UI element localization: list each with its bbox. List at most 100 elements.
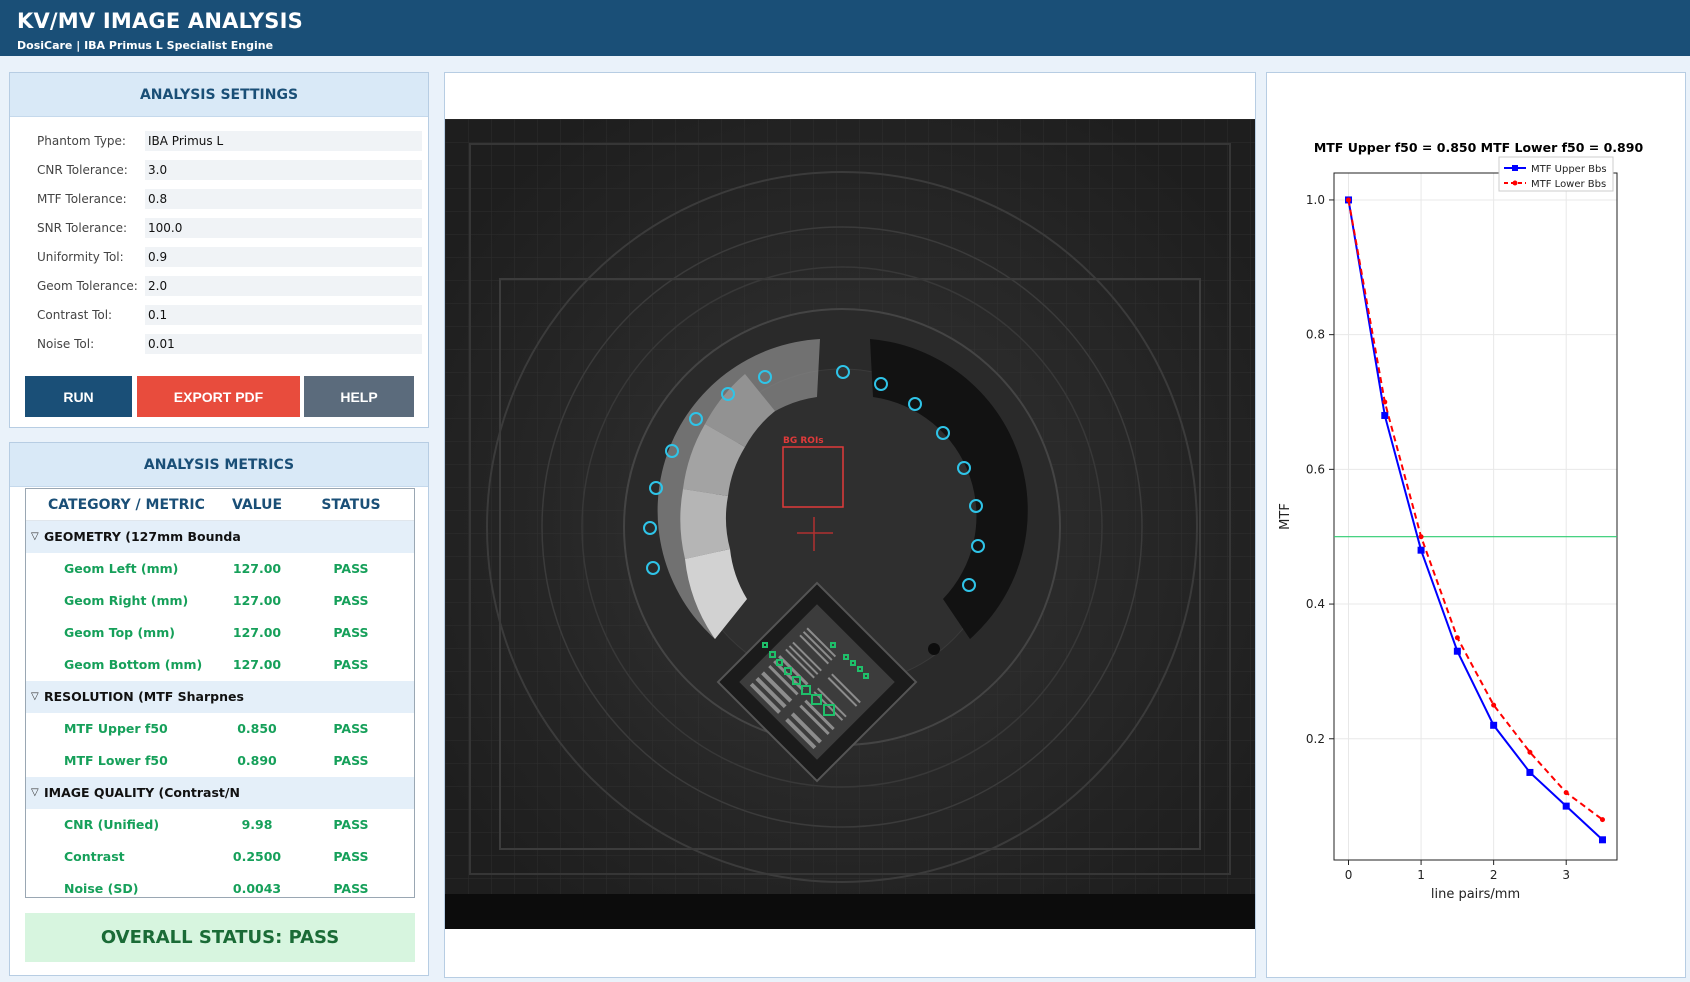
x-tick-label: 1 xyxy=(1417,868,1425,882)
setting-row: Noise Tol: 0.01 xyxy=(27,334,422,354)
table-row[interactable]: Geom Bottom (mm) 127.00 PASS xyxy=(26,649,414,681)
table-row[interactable]: Geom Right (mm) 127.00 PASS xyxy=(26,585,414,617)
series-point-0 xyxy=(1526,768,1534,776)
legend-label-0: MTF Upper Bbs xyxy=(1531,164,1607,175)
series-point-1 xyxy=(1346,197,1352,203)
series-point-1 xyxy=(1527,749,1533,755)
metric-name: Geom Bottom (mm) xyxy=(64,657,203,672)
y-axis-label: MTF xyxy=(1278,503,1293,530)
app-title: KV/MV IMAGE ANALYSIS xyxy=(17,9,303,33)
metric-value: 127.00 xyxy=(232,561,282,576)
mtf-chart-panel: MTF Upper f50 = 0.850 MTF Lower f50 = 0.… xyxy=(1266,72,1686,978)
setting-label: Geom Tolerance: xyxy=(37,279,138,293)
metric-value: 0.890 xyxy=(237,753,277,768)
setting-label: SNR Tolerance: xyxy=(37,221,128,235)
phantom-image: BG ROIs xyxy=(445,119,1255,929)
setting-row: Geom Tolerance: 2.0 xyxy=(27,276,422,296)
app-header: KV/MV IMAGE ANALYSIS DosiCare | IBA Prim… xyxy=(0,0,1690,56)
setting-value-field[interactable]: 0.1 xyxy=(145,305,422,325)
metric-value: 9.98 xyxy=(241,817,273,832)
series-point-1 xyxy=(1491,702,1497,708)
overall-status-banner: OVERALL STATUS: PASS xyxy=(25,913,415,962)
metric-status: PASS xyxy=(333,721,369,736)
analysis-metrics-panel: ANALYSIS METRICS CATEGORY / METRIC VALUE… xyxy=(9,442,429,976)
x-tick-label: 2 xyxy=(1490,868,1498,882)
metric-name: Contrast xyxy=(64,849,125,864)
chevron-down-icon[interactable]: ▽ xyxy=(31,531,39,542)
y-tick-label: 0.4 xyxy=(1306,597,1325,611)
metric-name: MTF Upper f50 xyxy=(64,721,168,736)
legend-marker-0 xyxy=(1512,165,1518,171)
col-status[interactable]: STATUS xyxy=(316,497,386,513)
metrics-table[interactable]: CATEGORY / METRIC VALUE STATUS ▽ GEOMETRY… xyxy=(25,488,415,898)
series-point-0 xyxy=(1453,647,1461,655)
series-point-0 xyxy=(1562,802,1570,810)
series-point-1 xyxy=(1599,817,1605,823)
setting-row: CNR Tolerance: 3.0 xyxy=(27,160,422,180)
y-tick-label: 1.0 xyxy=(1306,193,1325,207)
metric-value: 0.850 xyxy=(237,721,277,736)
metric-category-label: GEOMETRY (127mm Bounda xyxy=(44,529,241,544)
setting-value-field[interactable]: 3.0 xyxy=(145,160,422,180)
y-tick-label: 0.6 xyxy=(1306,462,1325,476)
metric-value: 0.0043 xyxy=(232,881,282,896)
table-row[interactable]: MTF Lower f50 0.890 PASS xyxy=(26,745,414,777)
table-row[interactable]: MTF Upper f50 0.850 PASS xyxy=(26,713,414,745)
metric-status: PASS xyxy=(333,593,369,608)
table-row[interactable]: Geom Left (mm) 127.00 PASS xyxy=(26,553,414,585)
setting-label: MTF Tolerance: xyxy=(37,192,127,206)
setting-value-field[interactable]: IBA Primus L xyxy=(145,131,422,151)
chevron-down-icon[interactable]: ▽ xyxy=(31,787,39,798)
setting-value-field[interactable]: 2.0 xyxy=(145,276,422,296)
run-button[interactable]: RUN xyxy=(25,376,132,417)
series-line-1 xyxy=(1347,199,1604,821)
metric-name: CNR (Unified) xyxy=(64,817,160,832)
chart-title: MTF Upper f50 = 0.850 MTF Lower f50 = 0.… xyxy=(1314,140,1644,155)
y-tick-label: 0.2 xyxy=(1306,732,1325,746)
metric-category-row[interactable]: ▽ GEOMETRY (127mm Bounda xyxy=(26,521,414,553)
setting-value-field[interactable]: 0.8 xyxy=(145,189,422,209)
series-line-0 xyxy=(1347,199,1604,841)
series-point-1 xyxy=(1454,635,1460,641)
setting-value-field[interactable]: 0.01 xyxy=(145,334,422,354)
metric-category-row[interactable]: ▽ RESOLUTION (MTF Sharpnes xyxy=(26,681,414,713)
setting-label: Uniformity Tol: xyxy=(37,250,124,264)
metric-value: 127.00 xyxy=(232,657,282,672)
phantom-image-view[interactable]: BG ROIs xyxy=(445,119,1255,929)
table-row[interactable]: CNR (Unified) 9.98 PASS xyxy=(26,809,414,841)
table-row[interactable]: Noise (SD) 0.0043 PASS xyxy=(26,873,414,897)
metric-category-row[interactable]: ▽ IMAGE QUALITY (Contrast/N xyxy=(26,777,414,809)
col-category[interactable]: CATEGORY / METRIC xyxy=(48,497,205,513)
chevron-down-icon[interactable]: ▽ xyxy=(31,691,39,702)
setting-label: Noise Tol: xyxy=(37,337,95,351)
series-point-0 xyxy=(1490,721,1498,729)
metric-value: 0.2500 xyxy=(232,849,282,864)
mtf-chart[interactable]: MTF Upper f50 = 0.850 MTF Lower f50 = 0.… xyxy=(1267,73,1685,977)
setting-row: SNR Tolerance: 100.0 xyxy=(27,218,422,238)
analysis-settings-panel: ANALYSIS SETTINGS Phantom Type: IBA Primu… xyxy=(9,72,429,428)
bg-roi-label: BG ROIs xyxy=(783,436,824,446)
table-row[interactable]: Geom Top (mm) 127.00 PASS xyxy=(26,617,414,649)
metric-name: MTF Lower f50 xyxy=(64,753,168,768)
setting-value-field[interactable]: 0.9 xyxy=(145,247,422,267)
export-pdf-button[interactable]: EXPORT PDF xyxy=(137,376,300,417)
x-tick-label: 3 xyxy=(1562,868,1570,882)
app-subtitle: DosiCare | IBA Primus L Specialist Engin… xyxy=(17,39,274,52)
help-button[interactable]: HELP xyxy=(304,376,414,417)
series-point-1 xyxy=(1563,790,1569,796)
series-point-0 xyxy=(1598,836,1606,844)
setting-row: Contrast Tol: 0.1 xyxy=(27,305,422,325)
col-value[interactable]: VALUE xyxy=(216,497,298,513)
setting-value-field[interactable]: 100.0 xyxy=(145,218,422,238)
metric-value: 127.00 xyxy=(232,593,282,608)
setting-label: Phantom Type: xyxy=(37,134,126,148)
series-point-0 xyxy=(1381,411,1389,419)
phantom-image-panel: BG ROIs xyxy=(444,72,1256,978)
table-row[interactable]: Contrast 0.2500 PASS xyxy=(26,841,414,873)
metric-category-label: RESOLUTION (MTF Sharpnes xyxy=(44,689,244,704)
metrics-title: ANALYSIS METRICS xyxy=(10,443,428,487)
metrics-table-header: CATEGORY / METRIC VALUE STATUS xyxy=(26,489,414,521)
metric-status: PASS xyxy=(333,849,369,864)
metric-value: 127.00 xyxy=(232,625,282,640)
setting-row: Uniformity Tol: 0.9 xyxy=(27,247,422,267)
